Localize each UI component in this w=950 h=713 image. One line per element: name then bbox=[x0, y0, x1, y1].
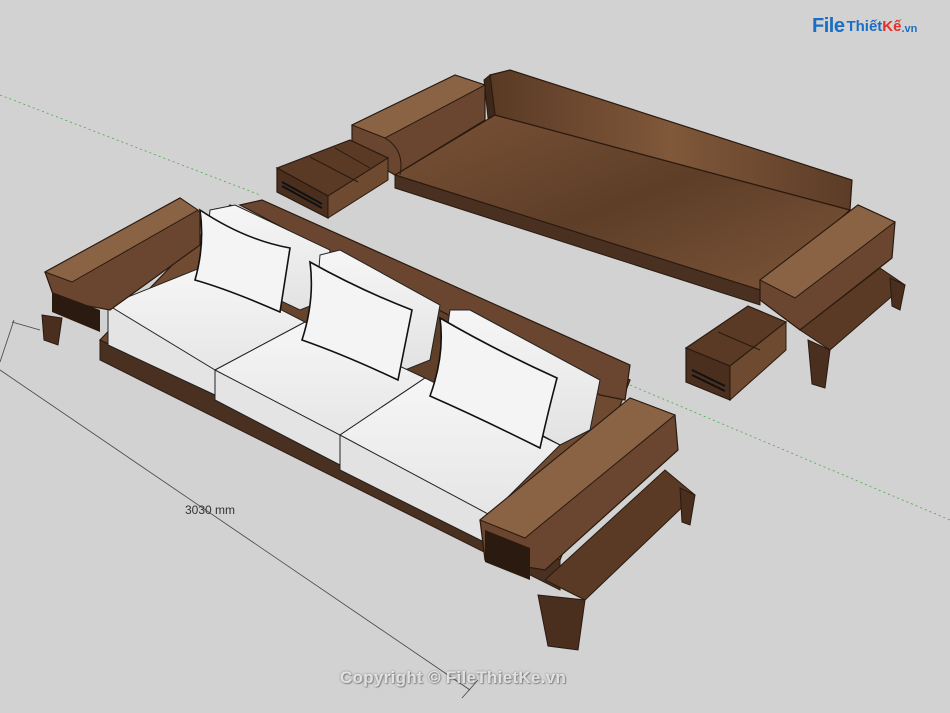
logo-part-vn: .vn bbox=[901, 23, 918, 35]
logo-part-thiet: Thiết bbox=[846, 17, 883, 35]
logo-part-file: File bbox=[812, 14, 845, 37]
site-logo: File Thiết Kế .vn bbox=[812, 12, 917, 40]
drawer-open-left bbox=[275, 139, 390, 219]
drawer-open-right bbox=[684, 305, 788, 402]
dimension-label: 3030 mm bbox=[185, 503, 236, 517]
logo-part-ke: Kế bbox=[882, 17, 902, 35]
sofa-scene bbox=[0, 69, 950, 699]
sofa-front bbox=[41, 197, 696, 651]
copyright-watermark: Copyright © FileThietKe.vn bbox=[340, 668, 567, 687]
